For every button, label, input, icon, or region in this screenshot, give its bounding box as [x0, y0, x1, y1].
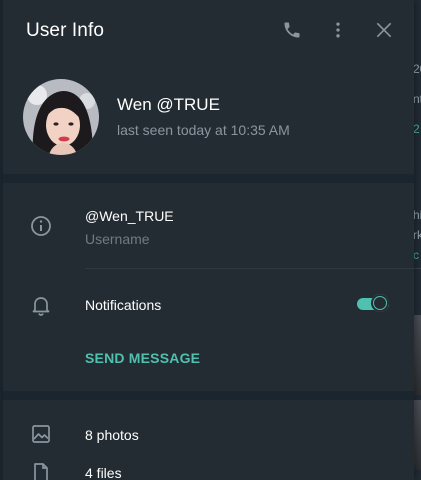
- profile-section: Wen @TRUE last seen today at 10:35 AM: [3, 62, 414, 174]
- panel-header: User Info: [3, 0, 414, 62]
- avatar-image: [23, 79, 99, 155]
- bg-image-fragment: [414, 400, 421, 470]
- more-vertical-icon: [336, 22, 340, 38]
- photo-icon: [32, 425, 50, 443]
- media-files-link[interactable]: 4 files: [85, 465, 122, 480]
- bg-text-fragment: 2: [413, 122, 420, 136]
- send-message-button[interactable]: SEND MESSAGE: [85, 350, 200, 366]
- bg-text-fragment: 20: [413, 62, 421, 76]
- more-options-button[interactable]: [326, 18, 350, 42]
- bg-image-fragment: [414, 315, 421, 395]
- panel-title: User Info: [26, 20, 104, 41]
- notifications-toggle[interactable]: [357, 293, 389, 313]
- section-divider: [3, 174, 414, 183]
- contact-name: Wen @TRUE: [117, 95, 220, 114]
- toggle-knob: [371, 294, 389, 312]
- file-icon: [34, 463, 48, 480]
- bg-text-fragment: rk: [413, 228, 421, 242]
- row-separator: [85, 268, 414, 269]
- user-info-panel: User Info Wen @TRUE last seen today at 1…: [3, 0, 414, 480]
- info-icon: [31, 216, 51, 236]
- bell-icon: [32, 297, 50, 316]
- bg-text-fragment: nt: [413, 92, 421, 106]
- close-button[interactable]: [372, 18, 396, 42]
- bg-text-fragment: hi: [413, 208, 421, 222]
- username-value[interactable]: @Wen_TRUE: [85, 208, 174, 224]
- section-divider: [3, 391, 414, 400]
- phone-icon: [284, 22, 300, 38]
- media-photos-link[interactable]: 8 photos: [85, 427, 139, 443]
- call-button[interactable]: [280, 18, 304, 42]
- notifications-label: Notifications: [85, 297, 162, 313]
- close-icon: [376, 22, 392, 38]
- bg-text-fragment: c: [413, 248, 419, 262]
- avatar[interactable]: [23, 79, 99, 155]
- bg-divider: [413, 268, 421, 269]
- last-seen-status: last seen today at 10:35 AM: [117, 122, 290, 138]
- username-label: Username: [85, 231, 150, 247]
